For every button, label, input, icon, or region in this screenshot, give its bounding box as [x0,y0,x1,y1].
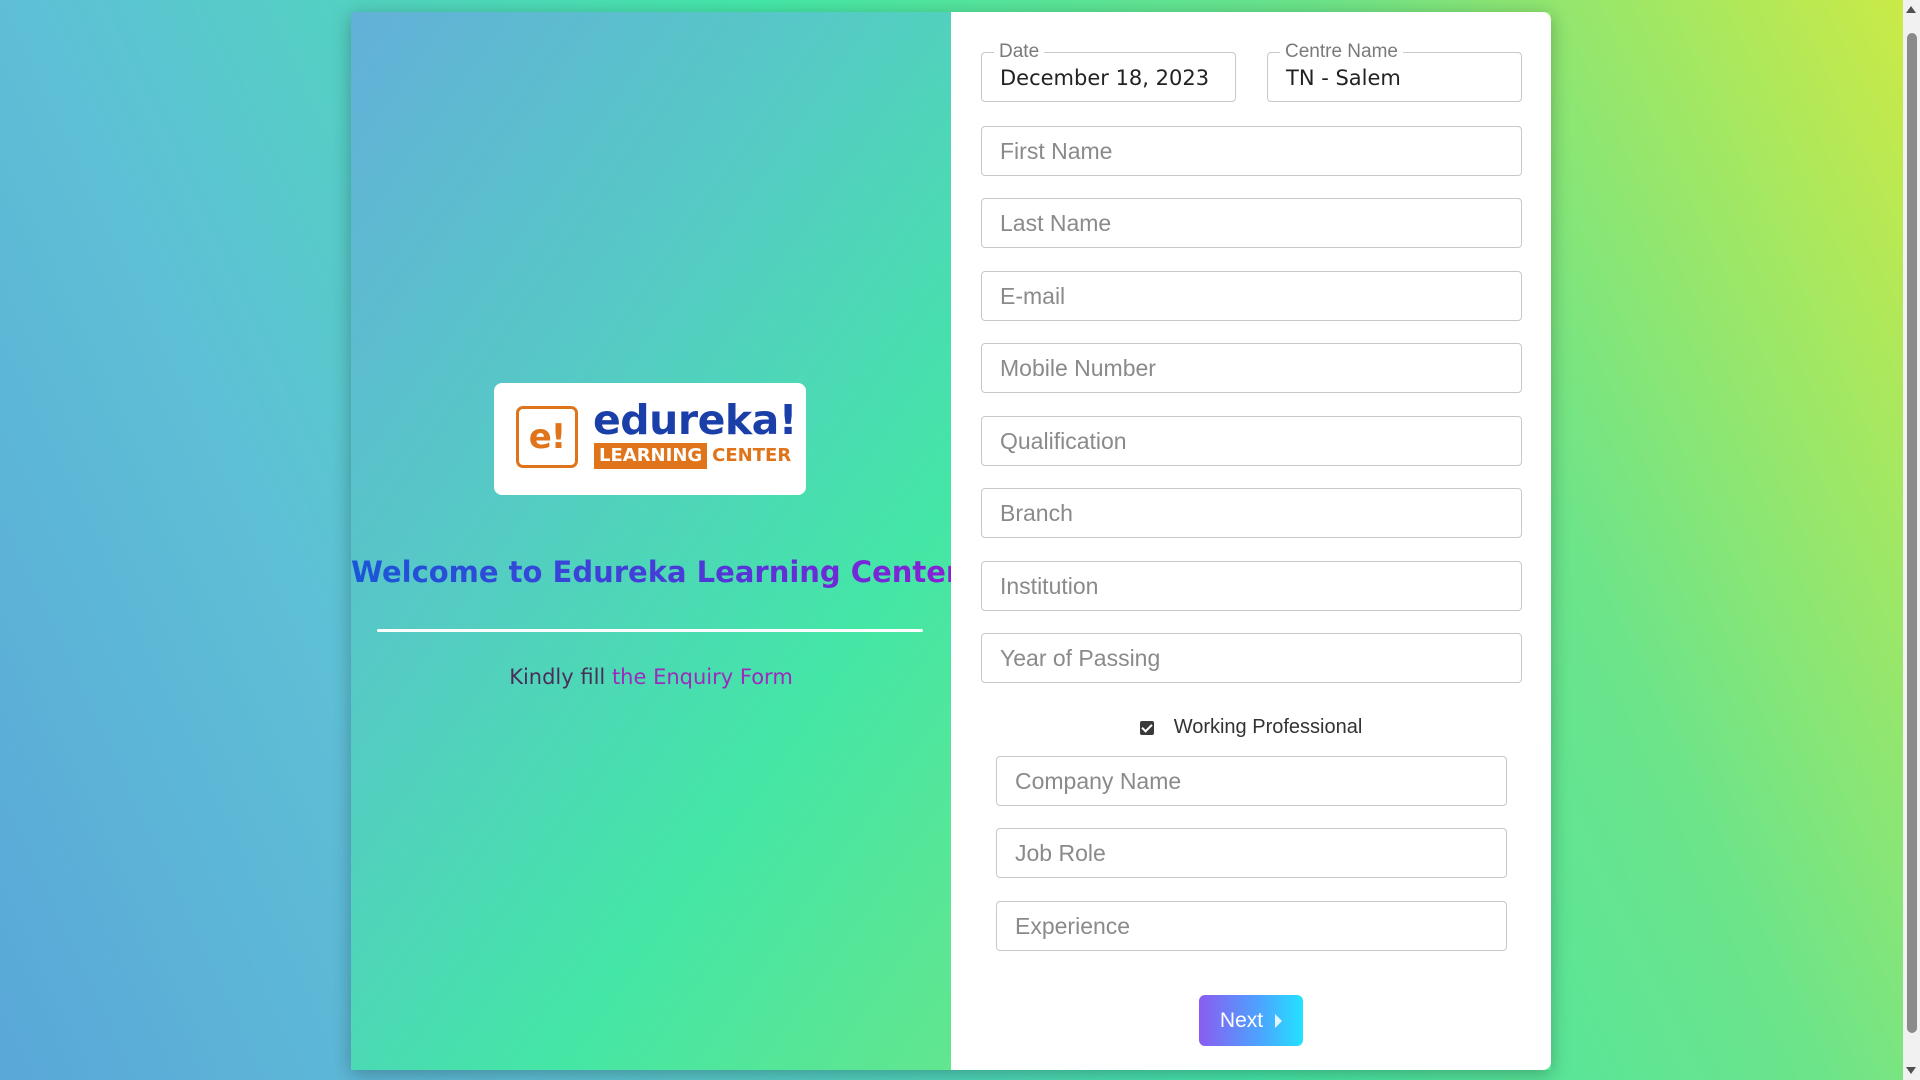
date-value: December 18, 2023 [1000,66,1210,90]
date-label: Date [994,42,1045,62]
enquiry-instruction: Kindly fill the Enquiry Form [351,665,951,689]
centre-name-label: Centre Name [1280,42,1403,62]
mobile-number-field[interactable] [981,343,1522,393]
scroll-up-arrow-icon[interactable] [1906,6,1916,13]
working-professional-label: Working Professional [1173,716,1363,738]
first-name-input[interactable] [982,127,1521,175]
mobile-number-input[interactable] [982,344,1521,392]
logo-sub-center: CENTER [712,445,792,466]
working-professional-checkbox[interactable] [1139,720,1154,735]
email-input[interactable] [982,272,1521,320]
working-professional-row[interactable]: Working Professional [951,716,1551,739]
last-name-field[interactable] [981,198,1522,248]
edureka-logo-word: edureka! [593,396,798,444]
last-name-input[interactable] [982,199,1521,247]
company-name-input[interactable] [997,757,1506,805]
branch-field[interactable] [981,488,1522,538]
instruction-form-name: Enquiry Form [653,665,793,689]
qualification-input[interactable] [982,417,1521,465]
logo-sub-learning: LEARNING [594,443,708,469]
institution-field[interactable] [981,561,1522,611]
scrollbar-thumb[interactable] [1907,33,1917,1033]
date-field[interactable]: Date December 18, 2023 [981,42,1236,102]
first-name-field[interactable] [981,126,1522,176]
edureka-logo-mark-icon: e! [516,406,578,468]
qualification-field[interactable] [981,416,1522,466]
welcome-heading: Welcome to Edureka Learning Center [351,555,961,589]
edureka-logo-subtitle: LEARNING CENTER [594,443,791,469]
caret-right-icon [1275,1013,1283,1028]
job-role-field[interactable] [996,828,1507,878]
instruction-the: the [611,665,654,689]
enquiry-card: e! edureka! LEARNING CENTER Welcome to E… [351,12,1551,1070]
next-button[interactable]: Next [1199,995,1303,1046]
job-role-input[interactable] [997,829,1506,877]
year-of-passing-input[interactable] [982,634,1521,682]
instruction-prefix: Kindly fill [509,665,612,689]
centre-name-value: TN - Salem [1286,66,1401,90]
welcome-panel: e! edureka! LEARNING CENTER Welcome to E… [351,12,961,1070]
next-button-label: Next [1219,1008,1264,1032]
enquiry-form: Date December 18, 2023 Centre Name TN - … [951,12,1551,1070]
branch-input[interactable] [982,489,1521,537]
scroll-down-arrow-icon[interactable] [1906,1067,1916,1074]
email-field[interactable] [981,271,1522,321]
experience-input[interactable] [997,902,1506,950]
year-of-passing-field[interactable] [981,633,1522,683]
centre-name-field[interactable]: Centre Name TN - Salem [1267,42,1522,102]
company-name-field[interactable] [996,756,1507,806]
welcome-divider [377,629,923,632]
experience-field[interactable] [996,901,1507,951]
edureka-logo: e! edureka! LEARNING CENTER [494,383,806,495]
page-scrollbar[interactable] [1903,0,1920,1080]
institution-input[interactable] [982,562,1521,610]
